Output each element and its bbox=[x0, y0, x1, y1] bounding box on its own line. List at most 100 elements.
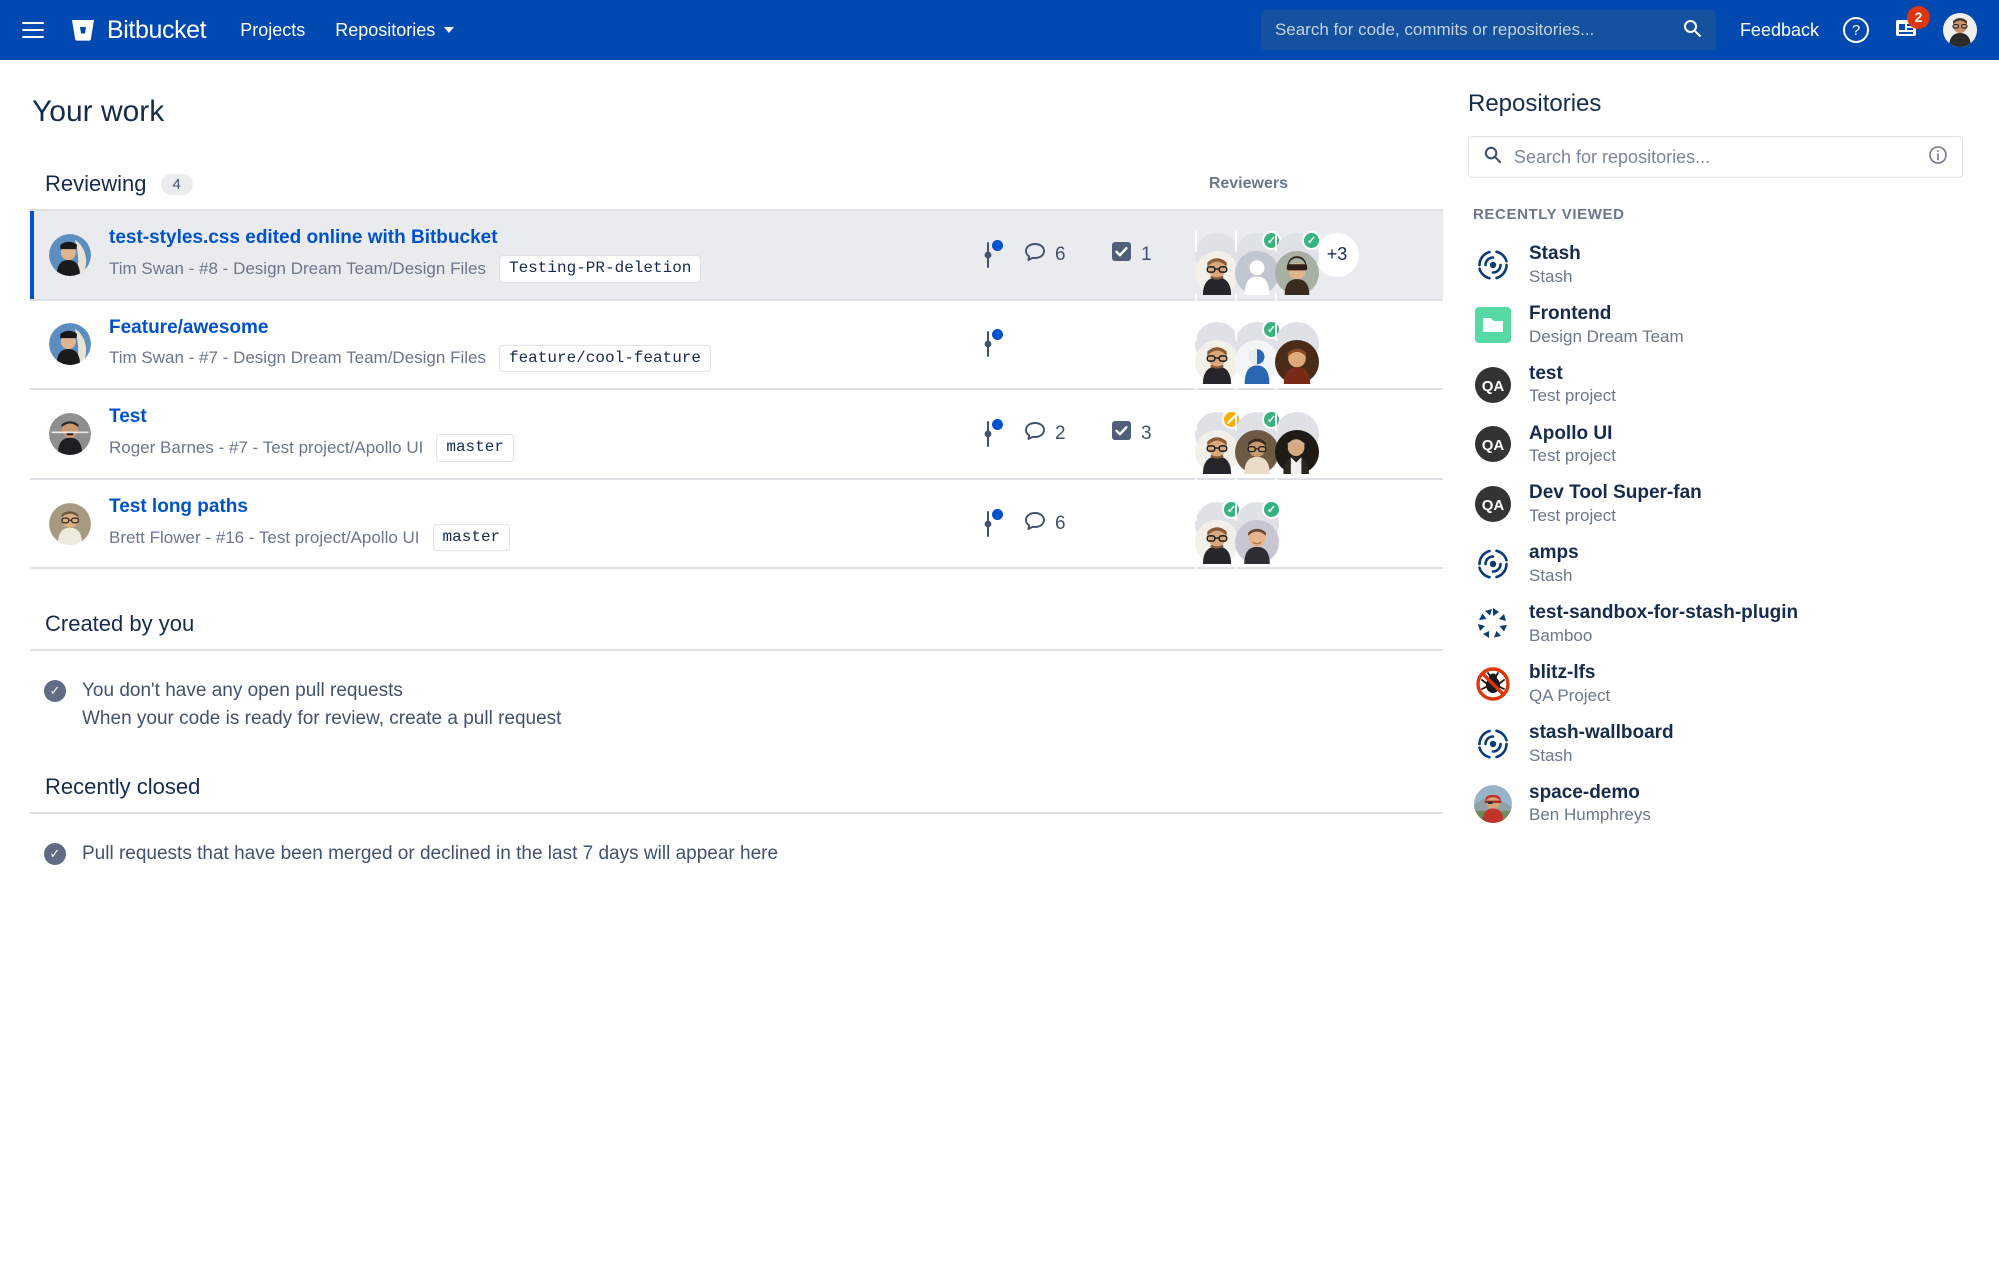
branch-tag: master bbox=[436, 434, 514, 462]
reviewer-overflow-count[interactable]: +3 bbox=[1315, 232, 1359, 277]
pull-request-row[interactable]: Test Roger Barnes - #7 - Test project/Ap… bbox=[30, 390, 1443, 493]
recently-closed-empty-state: ✓ Pull requests that have been merged or… bbox=[30, 814, 1443, 868]
reviewer-avatar[interactable]: ✓ bbox=[1235, 499, 1281, 583]
commit-branch-icon bbox=[980, 508, 1003, 537]
check-circle-icon: ✓ bbox=[44, 843, 66, 866]
build-status[interactable] bbox=[953, 508, 1023, 537]
build-status[interactable] bbox=[953, 239, 1023, 268]
person-photo-icon bbox=[1473, 784, 1513, 824]
page-body: Your work Reviewing 4 Reviewers test-sty… bbox=[0, 60, 1999, 868]
pull-request-subtitle: Roger Barnes - #7 - Test project/Apollo … bbox=[109, 437, 424, 457]
repository-project: Stash bbox=[1529, 266, 1573, 286]
pull-request-info: test-styles.css edited online with Bitbu… bbox=[109, 227, 702, 283]
repository-list: Stash Stash Frontend Design Dream Team Q… bbox=[1468, 235, 1963, 833]
global-search[interactable] bbox=[1260, 10, 1716, 50]
repository-list-item[interactable]: stash-wallboard Stash bbox=[1468, 714, 1963, 774]
pull-request-stats: 6 1 ✓ ✓ +3 bbox=[953, 230, 1425, 314]
build-status[interactable] bbox=[953, 418, 1023, 447]
reviewers-column-label: Reviewers bbox=[1208, 175, 1288, 192]
recently-closed-title: Recently closed bbox=[45, 774, 201, 800]
nav-repositories-label: Repositories bbox=[335, 19, 436, 40]
user-avatar[interactable] bbox=[1943, 13, 1977, 47]
reviewer-avatar[interactable] bbox=[1195, 230, 1239, 314]
task-count-group: 1 bbox=[1111, 241, 1195, 268]
comment-count: 2 bbox=[1055, 422, 1066, 444]
repository-list-item[interactable]: space-demo Ben Humphreys bbox=[1468, 774, 1963, 834]
repository-name: Apollo UI bbox=[1529, 422, 1613, 444]
build-status-dot bbox=[992, 329, 1003, 341]
stash-logo-icon bbox=[1473, 544, 1513, 584]
pull-request-row[interactable]: Test long paths Brett Flower - #16 - Tes… bbox=[30, 480, 1443, 583]
reviewers-group: ✓ ✓ bbox=[1195, 499, 1425, 583]
nav-repositories[interactable]: Repositories bbox=[335, 19, 455, 41]
repository-list-item[interactable]: QA Dev Tool Super-fan Test project bbox=[1468, 474, 1963, 534]
sidebar-title: Repositories bbox=[1468, 90, 1602, 117]
build-status[interactable] bbox=[953, 329, 1023, 358]
reviewer-avatar[interactable] bbox=[1195, 409, 1241, 493]
repository-name: space-demo bbox=[1529, 781, 1640, 803]
pull-request-row[interactable]: Feature/awesome Tim Swan - #7 - Design D… bbox=[30, 301, 1443, 404]
search-icon bbox=[1682, 18, 1702, 43]
reviewer-avatar[interactable]: ✓ bbox=[1235, 320, 1281, 404]
pull-request-subtitle: Brett Flower - #16 - Test project/Apollo… bbox=[109, 527, 420, 547]
stash-logo-icon bbox=[1473, 245, 1513, 285]
reviewer-avatar[interactable]: ✓ bbox=[1195, 499, 1241, 583]
help-icon[interactable]: ? bbox=[1843, 17, 1869, 43]
hamburger-menu-icon[interactable] bbox=[22, 22, 44, 38]
created-by-you-title: Created by you bbox=[45, 611, 195, 637]
repository-project: Design Dream Team bbox=[1529, 326, 1684, 346]
top-navigation-bar: Bitbucket Projects Repositories Feedback… bbox=[0, 0, 1999, 60]
nav-projects[interactable]: Projects bbox=[240, 20, 305, 41]
notifications-button[interactable]: 2 bbox=[1893, 5, 1930, 46]
pull-request-row[interactable]: test-styles.css edited online with Bitbu… bbox=[30, 211, 1443, 314]
repository-project: Stash bbox=[1529, 745, 1573, 765]
repository-list-item[interactable]: QA test Test project bbox=[1468, 355, 1963, 415]
repository-list-item[interactable]: Frontend Design Dream Team bbox=[1468, 295, 1963, 355]
reviewer-avatar[interactable] bbox=[1195, 320, 1239, 404]
check-circle-icon: ✓ bbox=[44, 680, 66, 703]
pull-request-info: Test long paths Brett Flower - #16 - Tes… bbox=[109, 496, 511, 552]
reviewer-avatar[interactable] bbox=[1275, 320, 1319, 404]
pull-request-info: Feature/awesome Tim Swan - #7 - Design D… bbox=[109, 317, 711, 373]
repository-list-item[interactable]: QA Apollo UI Test project bbox=[1468, 415, 1963, 475]
pull-request-title-link[interactable]: Feature/awesome bbox=[109, 317, 711, 339]
pull-request-meta: Brett Flower - #16 - Test project/Apollo… bbox=[109, 523, 511, 552]
reviewing-title: Reviewing bbox=[45, 171, 147, 196]
pull-request-title-link[interactable]: test-styles.css edited online with Bitbu… bbox=[109, 227, 701, 249]
repository-list-item[interactable]: Stash Stash bbox=[1468, 235, 1963, 295]
feedback-link[interactable]: Feedback bbox=[1740, 20, 1819, 41]
notification-count-badge: 2 bbox=[1907, 5, 1930, 29]
bitbucket-logo-link[interactable]: Bitbucket bbox=[70, 16, 207, 45]
info-circle-icon[interactable] bbox=[1928, 145, 1948, 170]
repository-list-item[interactable]: blitz-lfs QA Project bbox=[1468, 654, 1963, 714]
pull-request-title-link[interactable]: Test long paths bbox=[109, 496, 510, 518]
reviewers-group: ✓ ✓ +3 bbox=[1195, 230, 1425, 314]
repository-search[interactable] bbox=[1468, 136, 1963, 178]
repository-search-input[interactable] bbox=[1514, 146, 1916, 168]
approved-badge-icon: ✓ bbox=[1262, 499, 1281, 519]
repository-text: Stash Stash bbox=[1529, 242, 1581, 288]
pull-request-title-link[interactable]: Test bbox=[109, 406, 514, 428]
recently-viewed-label: RECENTLY VIEWED bbox=[1473, 206, 1625, 223]
green-folder-icon bbox=[1473, 305, 1513, 345]
reviewer-avatar[interactable]: ✓ bbox=[1235, 230, 1281, 314]
pull-request-meta: Tim Swan - #7 - Design Dream Team/Design… bbox=[109, 344, 711, 373]
comment-icon bbox=[1023, 419, 1047, 449]
reviewer-avatar[interactable] bbox=[1275, 409, 1319, 493]
build-status-dot bbox=[992, 239, 1003, 251]
svg-text:QA: QA bbox=[1482, 497, 1505, 514]
global-search-input[interactable] bbox=[1274, 20, 1682, 40]
commit-branch-icon bbox=[980, 239, 1003, 268]
svg-text:QA: QA bbox=[1482, 378, 1505, 395]
repository-list-item[interactable]: test-sandbox-for-stash-plugin Bamboo bbox=[1468, 594, 1963, 654]
comment-count-group: 6 bbox=[1023, 509, 1111, 539]
pull-request-stats: 2 3 ✓ bbox=[953, 409, 1425, 493]
pull-request-author-avatar bbox=[49, 412, 91, 455]
reviewer-avatar[interactable]: ✓ bbox=[1275, 230, 1321, 314]
repository-project: Bamboo bbox=[1529, 625, 1593, 645]
reviewer-avatar[interactable]: ✓ bbox=[1235, 409, 1281, 493]
pull-request-author-avatar bbox=[49, 233, 91, 276]
pull-request-stats: 6 ✓ ✓ bbox=[953, 499, 1425, 583]
repository-list-item[interactable]: amps Stash bbox=[1468, 534, 1963, 594]
reviewing-section-header: Reviewing 4 Reviewers bbox=[30, 171, 1443, 209]
